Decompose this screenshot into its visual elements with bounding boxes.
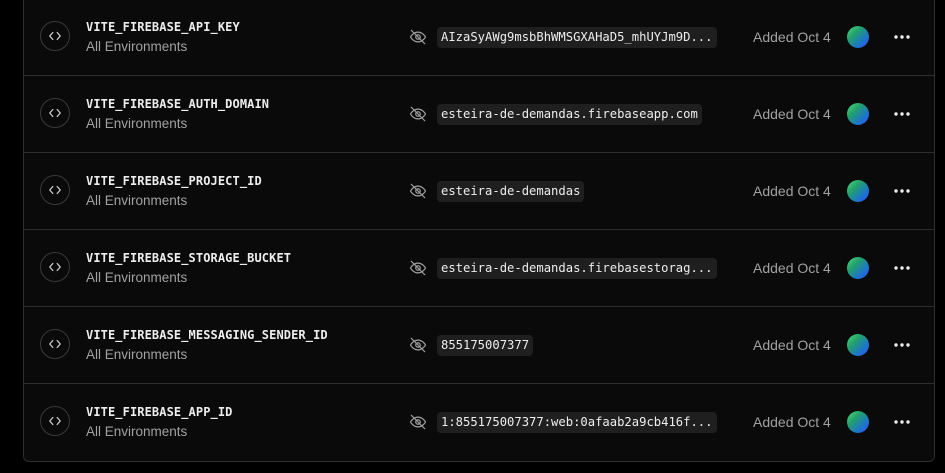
env-var-value[interactable]: esteira-de-demandas.firebasestorag... xyxy=(437,258,717,279)
env-var-row: VITE_FIREBASE_APP_ID All Environments 1:… xyxy=(24,384,934,461)
env-var-environments: All Environments xyxy=(86,39,188,54)
env-var-name: VITE_FIREBASE_AUTH_DOMAIN xyxy=(86,97,270,111)
more-horizontal-icon xyxy=(894,35,910,39)
avatar xyxy=(847,26,869,48)
eye-off-icon[interactable] xyxy=(409,28,427,46)
env-var-added: Added Oct 4 xyxy=(753,337,831,353)
eye-off-icon[interactable] xyxy=(409,182,427,200)
more-options-button[interactable] xyxy=(888,25,916,49)
avatar xyxy=(847,334,869,356)
env-var-row: VITE_FIREBASE_MESSAGING_SENDER_ID All En… xyxy=(24,307,934,384)
env-var-name: VITE_FIREBASE_STORAGE_BUCKET xyxy=(86,251,292,265)
env-var-environments: All Environments xyxy=(86,347,188,362)
env-var-value[interactable]: esteira-de-demandas.firebaseapp.com xyxy=(437,104,702,125)
env-var-added: Added Oct 4 xyxy=(753,106,831,122)
code-brackets-icon xyxy=(40,252,70,282)
avatar xyxy=(847,103,869,125)
more-horizontal-icon xyxy=(894,343,910,347)
env-var-environments: All Environments xyxy=(86,193,188,208)
env-var-added: Added Oct 4 xyxy=(753,414,831,430)
eye-off-icon[interactable] xyxy=(409,336,427,354)
env-var-value[interactable]: AIzaSyAWg9msbBhWMSGXAHaD5_mhUYJm9D... xyxy=(437,27,717,48)
code-brackets-icon xyxy=(40,175,70,205)
code-brackets-icon xyxy=(40,21,70,51)
env-var-name: VITE_FIREBASE_API_KEY xyxy=(86,20,240,34)
avatar xyxy=(847,257,869,279)
env-var-value[interactable]: 855175007377 xyxy=(437,335,534,356)
env-var-value[interactable]: esteira-de-demandas xyxy=(437,181,585,202)
more-options-button[interactable] xyxy=(888,179,916,203)
env-var-row: VITE_FIREBASE_API_KEY All Environments A… xyxy=(24,0,934,76)
env-var-added: Added Oct 4 xyxy=(753,183,831,199)
eye-off-icon[interactable] xyxy=(409,259,427,277)
env-var-added: Added Oct 4 xyxy=(753,29,831,45)
env-var-value[interactable]: 1:855175007377:web:0afaab2a9cb416f... xyxy=(437,412,717,433)
env-vars-list: VITE_FIREBASE_API_KEY All Environments A… xyxy=(23,0,935,462)
env-var-row: VITE_FIREBASE_STORAGE_BUCKET All Environ… xyxy=(24,230,934,307)
avatar xyxy=(847,180,869,202)
more-horizontal-icon xyxy=(894,266,910,270)
more-horizontal-icon xyxy=(894,420,910,424)
env-var-environments: All Environments xyxy=(86,270,188,285)
env-var-environments: All Environments xyxy=(86,116,188,131)
eye-off-icon[interactable] xyxy=(409,105,427,123)
more-horizontal-icon xyxy=(894,189,910,193)
more-horizontal-icon xyxy=(894,112,910,116)
env-var-name: VITE_FIREBASE_APP_ID xyxy=(86,405,233,419)
code-brackets-icon xyxy=(40,98,70,128)
more-options-button[interactable] xyxy=(888,102,916,126)
more-options-button[interactable] xyxy=(888,410,916,434)
eye-off-icon[interactable] xyxy=(409,413,427,431)
more-options-button[interactable] xyxy=(888,256,916,280)
env-var-row: VITE_FIREBASE_PROJECT_ID All Environment… xyxy=(24,153,934,230)
env-var-name: VITE_FIREBASE_PROJECT_ID xyxy=(86,174,262,188)
env-var-environments: All Environments xyxy=(86,424,188,439)
env-var-name: VITE_FIREBASE_MESSAGING_SENDER_ID xyxy=(86,328,328,342)
code-brackets-icon xyxy=(40,329,70,359)
code-brackets-icon xyxy=(40,406,70,436)
more-options-button[interactable] xyxy=(888,333,916,357)
env-var-row: VITE_FIREBASE_AUTH_DOMAIN All Environmen… xyxy=(24,76,934,153)
avatar xyxy=(847,411,869,433)
env-var-added: Added Oct 4 xyxy=(753,260,831,276)
